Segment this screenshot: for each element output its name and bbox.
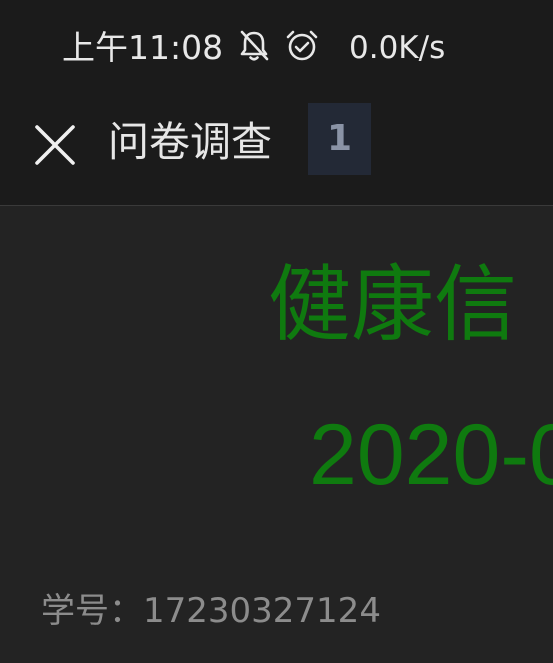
status-time: 上午11:08 xyxy=(62,28,224,67)
network-speed: 0.0K/s xyxy=(349,30,446,66)
alarm-clock-icon xyxy=(284,28,320,64)
close-button[interactable] xyxy=(20,110,90,180)
content-date: 2020-0 xyxy=(309,407,553,503)
bell-muted-icon xyxy=(236,28,272,64)
nav-bar: 问卷调查 1 xyxy=(0,95,553,205)
student-id-text: 学号：17230327124 xyxy=(41,591,381,631)
status-bar: 上午11:08 0.0K/s xyxy=(0,0,553,95)
count-badge: 1 xyxy=(308,103,371,175)
content-heading: 健康信 xyxy=(268,256,517,353)
screen: 上午11:08 0.0K/s 问卷调查 1 健康信 2020-0 学号：1723… xyxy=(0,0,553,663)
close-icon xyxy=(35,125,75,165)
page-title: 问卷调查 xyxy=(108,118,272,166)
nav-divider xyxy=(0,205,553,206)
